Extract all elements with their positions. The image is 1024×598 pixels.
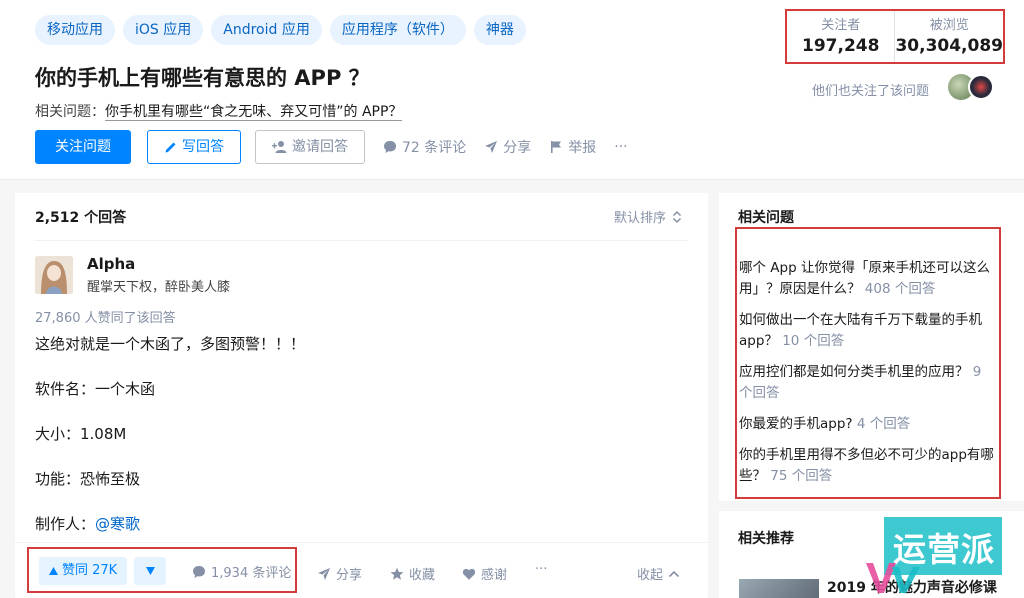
divider — [35, 240, 688, 241]
sort-label: 默认排序 — [613, 211, 666, 226]
answer-share-link[interactable]: 分享 — [317, 564, 362, 583]
topic-tag[interactable]: Android 应用 — [211, 15, 322, 45]
answer-list-card: 2,512 个回答 默认排序 Alpha 醒掌天下权，醉卧美人膝 27,860 … — [15, 193, 708, 598]
answer-content: 这绝对就是一个木函了，多图预警！！！ 软件名：一个木函 大小：1.08M 功能：… — [35, 333, 305, 558]
answer-paragraph: 软件名：一个木函 — [35, 380, 156, 398]
thanks-label: 感谢 — [481, 568, 508, 583]
heart-icon — [462, 568, 476, 580]
related-question-line: 相关问题：你手机里有哪些“食之无味、弃又可惜”的 APP？ — [35, 101, 403, 121]
recommendations-title: 相关推荐 — [738, 531, 794, 547]
vote-info: 27,860 人赞同了该回答 — [35, 311, 176, 326]
question-actions: 关注问题 写回答 邀请回答 72 条评论 分享 举报 ··· — [35, 130, 628, 164]
topic-tag[interactable]: iOS 应用 — [123, 15, 204, 45]
add-user-icon — [272, 141, 287, 153]
question-stats-box: 关注者 197,248 被浏览 30,304,089 — [785, 9, 1005, 64]
answer-more-button[interactable]: ··· — [535, 562, 547, 577]
invite-answer-label: 邀请回答 — [292, 139, 348, 155]
related-question-item[interactable]: 你的手机里用得不多但必不可少的app有哪些？ 75 个回答 — [739, 445, 997, 487]
invite-answer-button[interactable]: 邀请回答 — [255, 130, 365, 164]
views-label: 被浏览 — [929, 18, 969, 33]
collect-label: 收藏 — [409, 568, 436, 583]
sort-icon — [672, 210, 682, 223]
topic-tag[interactable]: 神器 — [473, 15, 526, 45]
report-link[interactable]: 举报 — [549, 137, 596, 157]
answer-comments-link[interactable]: 1,934 条评论 — [192, 562, 291, 581]
share-icon — [318, 567, 330, 580]
question-title: 你的手机上有哪些有意思的 APP ？ — [35, 66, 370, 90]
answer-count: 2,512 个回答 — [35, 210, 127, 226]
star-icon — [390, 567, 404, 580]
recommendations-card: 相关推荐 2019 年的魅力声音必修课 — [719, 511, 1024, 598]
followers-count[interactable]: 197,248 — [787, 36, 894, 56]
related-question-text: 应用控们都是如何分类手机里的应用？ — [739, 364, 969, 380]
vote-highlight-box: 赞同 27K 1,934 条评论 — [27, 547, 297, 593]
related-question-count: 10 个回答 — [782, 333, 845, 349]
downvote-button[interactable] — [134, 557, 166, 585]
related-question-item[interactable]: 你最爱的手机app? 4 个回答 — [739, 414, 997, 435]
share-link[interactable]: 分享 — [484, 137, 531, 157]
followers-label: 关注者 — [821, 18, 861, 33]
followers-stat: 关注者 197,248 — [787, 11, 894, 62]
triangle-down-icon — [145, 567, 155, 575]
related-questions-card: 相关问题 哪个 App 让你觉得「原来手机还可以这么用」？原因是什么？ 408 … — [719, 193, 1024, 501]
answer-action-bar: 赞同 27K 1,934 条评论 分享 收藏 感谢 ··· 收起 — [15, 542, 708, 598]
anime-portrait-icon — [35, 256, 73, 294]
answer-comments-label: 1,934 条评论 — [211, 566, 292, 581]
chevron-up-icon — [668, 570, 680, 577]
collapse-label: 收起 — [637, 568, 664, 583]
thanks-link[interactable]: 感谢 — [462, 564, 507, 583]
comment-icon — [193, 565, 205, 578]
related-question-text: 你最爱的手机app? — [739, 416, 853, 432]
comments-label: 72 条评论 — [402, 140, 467, 156]
comments-link[interactable]: 72 条评论 — [383, 137, 466, 157]
question-header: 移动应用 iOS 应用 Android 应用 应用程序（软件） 神器 你的手机上… — [0, 0, 1024, 180]
topic-list: 移动应用 iOS 应用 Android 应用 应用程序（软件） 神器 — [35, 15, 526, 45]
triangle-up-icon — [49, 567, 58, 575]
related-question-link[interactable]: 你手机里有哪些“食之无味、弃又可惜”的 APP？ — [105, 104, 403, 121]
related-question-count: 408 个回答 — [864, 281, 936, 297]
sort-selector[interactable]: 默认排序 — [614, 207, 682, 226]
author-bio: 醒掌天下权，醉卧美人膝 — [87, 280, 231, 295]
related-question-text: 如何做出一个在大陆有千万下载量的手机 app？ — [739, 312, 982, 349]
pencil-icon — [165, 142, 176, 153]
mention-link[interactable]: @寒歌 — [95, 515, 140, 533]
topic-tag[interactable]: 移动应用 — [35, 15, 115, 45]
follow-question-button[interactable]: 关注问题 — [35, 130, 131, 164]
answer-share-label: 分享 — [336, 568, 363, 583]
share-icon — [485, 141, 498, 153]
related-question-count: 4 个回答 — [856, 416, 911, 432]
also-follow-note: 他们也关注了该问题 — [812, 84, 930, 99]
related-questions-highlight-box: 哪个 App 让你觉得「原来手机还可以这么用」？原因是什么？ 408 个回答 如… — [735, 227, 1001, 499]
answer-paragraph: 大小：1.08M — [35, 425, 127, 443]
answer-paragraph: 功能：恐怖至极 — [35, 470, 141, 488]
collapse-button[interactable]: 收起 — [637, 564, 680, 583]
related-question-item[interactable]: 如何做出一个在大陆有千万下载量的手机 app？ 10 个回答 — [739, 310, 997, 352]
share-label: 分享 — [503, 140, 532, 156]
more-actions-button[interactable]: ··· — [614, 139, 627, 155]
upvote-button[interactable]: 赞同 27K — [39, 557, 128, 585]
topic-tag[interactable]: 应用程序（软件） — [329, 15, 466, 45]
related-question-item[interactable]: 哪个 App 让你觉得「原来手机还可以这么用」？原因是什么？ 408 个回答 — [739, 258, 997, 300]
flag-icon — [551, 141, 562, 153]
report-label: 举报 — [568, 140, 597, 156]
views-count: 30,304,089 — [895, 36, 1003, 56]
write-answer-label: 写回答 — [182, 139, 224, 155]
author-avatar[interactable] — [35, 256, 73, 294]
answer-paragraph: 这绝对就是一个木函了，多图预警！！！ — [35, 335, 306, 353]
upvote-label: 赞同 27K — [62, 563, 118, 578]
related-question-prefix: 相关问题： — [35, 104, 105, 120]
related-question-item[interactable]: 应用控们都是如何分类手机里的应用？ 9 个回答 — [739, 362, 997, 404]
comment-icon — [384, 141, 396, 153]
recommendation-thumbnail[interactable] — [739, 579, 819, 598]
views-stat: 被浏览 30,304,089 — [894, 11, 1003, 62]
related-questions-title: 相关问题 — [738, 210, 794, 226]
recommendation-title[interactable]: 2019 年的魅力声音必修课 — [827, 577, 997, 597]
maker-prefix: 制作人： — [35, 515, 96, 533]
related-question-count: 75 个回答 — [770, 468, 833, 484]
author-name[interactable]: Alpha — [87, 255, 135, 273]
write-answer-button[interactable]: 写回答 — [147, 130, 241, 164]
collect-link[interactable]: 收藏 — [390, 564, 435, 583]
avatar[interactable] — [968, 74, 994, 100]
